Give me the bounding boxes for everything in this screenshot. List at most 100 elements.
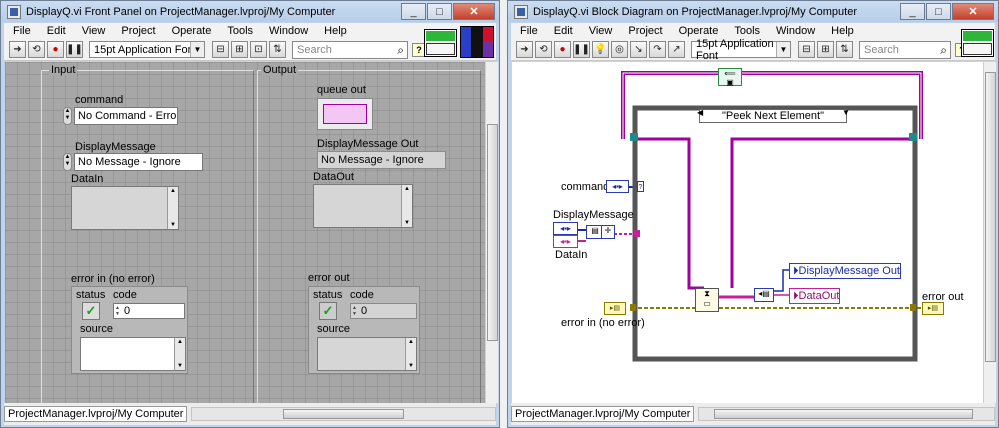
distribute-objects-icon[interactable]: ⊞ bbox=[231, 41, 248, 58]
chevron-down-icon[interactable]: ▼ bbox=[842, 108, 850, 117]
error-in-terminal[interactable]: ▸▤ bbox=[604, 302, 626, 315]
scrollbar[interactable]: ▲ ▼ bbox=[167, 187, 178, 229]
horizontal-scrollbar[interactable] bbox=[698, 407, 995, 421]
case-structure-frame[interactable] bbox=[632, 105, 918, 362]
vertical-scrollbar[interactable] bbox=[485, 62, 498, 403]
code-label: code bbox=[113, 289, 137, 301]
step-into-icon[interactable]: ↘ bbox=[630, 41, 647, 58]
align-objects-icon[interactable]: ⊟ bbox=[798, 41, 815, 58]
front-panel-titlebar[interactable]: DisplayQ.vi Front Panel on ProjectManage… bbox=[1, 1, 499, 22]
close-button[interactable]: ✕ bbox=[453, 3, 495, 20]
menu-help[interactable]: Help bbox=[822, 25, 861, 37]
menu-operate[interactable]: Operate bbox=[163, 25, 219, 37]
data-in-label: DataIn bbox=[71, 173, 104, 185]
source-string[interactable]: ▲ ▼ bbox=[80, 337, 186, 371]
queue-out-refnum[interactable] bbox=[317, 98, 373, 130]
step-over-icon[interactable]: ↷ bbox=[649, 41, 666, 58]
source-label: source bbox=[317, 323, 351, 335]
window-title: DisplayQ.vi Front Panel on ProjectManage… bbox=[26, 5, 336, 18]
horizontal-scrollbar[interactable] bbox=[191, 407, 496, 421]
retain-wire-values-icon[interactable]: ◎ bbox=[611, 41, 628, 58]
menu-window[interactable]: Window bbox=[767, 25, 822, 37]
block-diagram-canvas[interactable]: ⟸ ▣ "Peek Next Element" ◀ ▼ command ◂▪▸ ?… bbox=[512, 62, 983, 403]
menu-edit[interactable]: Edit bbox=[38, 25, 73, 37]
display-message-terminal[interactable]: ◂▪▸ bbox=[553, 222, 578, 235]
tunnel bbox=[909, 133, 917, 141]
close-button[interactable]: ✕ bbox=[952, 3, 994, 20]
data-in-terminal[interactable]: ◂▪▸ bbox=[553, 235, 578, 248]
menu-tools[interactable]: Tools bbox=[725, 25, 767, 37]
data-in-variant[interactable]: ▲ ▼ bbox=[71, 186, 179, 230]
decrement-arrow-icon[interactable]: ◀ bbox=[697, 108, 703, 117]
resize-objects-icon[interactable]: ⊡ bbox=[250, 41, 267, 58]
pause-icon[interactable]: ❚❚ bbox=[573, 41, 590, 58]
scrollbar[interactable]: ▲ ▼ bbox=[405, 338, 416, 370]
data-in-terminal-label: DataIn bbox=[555, 249, 588, 261]
abort-icon[interactable]: ● bbox=[47, 41, 64, 58]
reorder-icon[interactable]: ⇅ bbox=[269, 41, 286, 58]
code-numeric[interactable]: ▲ ▼ 0 bbox=[113, 303, 185, 319]
align-objects-icon[interactable]: ⊟ bbox=[212, 41, 229, 58]
highlight-execution-icon[interactable]: 💡 bbox=[592, 41, 609, 58]
data-out-terminal[interactable]: ⏵DataOut bbox=[789, 288, 841, 304]
run-arrow-icon[interactable]: ➜ bbox=[516, 41, 533, 58]
font-select[interactable]: 15pt Application Font ▼ bbox=[89, 41, 205, 58]
minimize-button[interactable]: _ bbox=[401, 3, 426, 20]
unbundle-node[interactable]: ◂▤ bbox=[754, 288, 774, 302]
code-label: code bbox=[350, 289, 374, 301]
menu-project[interactable]: Project bbox=[112, 25, 162, 37]
distribute-objects-icon[interactable]: ⊞ bbox=[817, 41, 834, 58]
menu-project[interactable]: Project bbox=[619, 25, 669, 37]
menu-window[interactable]: Window bbox=[260, 25, 315, 37]
command-enum[interactable]: No Command - Error bbox=[74, 107, 178, 125]
search-input[interactable]: Search ⌕ bbox=[292, 40, 408, 59]
maximize-button[interactable]: □ bbox=[427, 3, 452, 20]
bundle-node-output[interactable]: ✛ bbox=[601, 225, 615, 239]
menu-edit[interactable]: Edit bbox=[545, 25, 580, 37]
menu-tools[interactable]: Tools bbox=[218, 25, 260, 37]
menu-view[interactable]: View bbox=[73, 25, 113, 37]
vertical-scrollbar[interactable] bbox=[983, 62, 996, 403]
reorder-icon[interactable]: ⇅ bbox=[836, 41, 853, 58]
abort-icon[interactable]: ● bbox=[554, 41, 571, 58]
minimize-button[interactable]: _ bbox=[900, 3, 925, 20]
enqueue-element-node[interactable]: ⟸ ▣ bbox=[718, 68, 742, 87]
menu-file[interactable]: File bbox=[4, 25, 38, 37]
command-terminal[interactable]: ◂▪▸ bbox=[606, 180, 629, 193]
case-selector[interactable]: "Peek Next Element" bbox=[699, 109, 847, 123]
vi-icon[interactable] bbox=[460, 26, 494, 58]
front-panel-window: DisplayQ.vi Front Panel on ProjectManage… bbox=[0, 0, 500, 428]
scrollbar[interactable]: ▲ ▼ bbox=[174, 338, 185, 370]
font-select[interactable]: 15pt Application Font ▼ bbox=[691, 38, 791, 62]
input-section-label: Input bbox=[49, 64, 78, 76]
search-input[interactable]: Search ⌕ bbox=[859, 40, 951, 59]
enum-increment-icon[interactable]: ▲ ▼ bbox=[63, 107, 72, 125]
front-panel-canvas[interactable]: Input Output command ▲ ▼ No Command - Err… bbox=[5, 62, 485, 403]
output-section-label: Output bbox=[261, 64, 299, 76]
connector-pane-icon[interactable] bbox=[424, 29, 457, 57]
menu-operate[interactable]: Operate bbox=[670, 25, 726, 37]
error-out-terminal[interactable]: ▸▤ bbox=[922, 302, 944, 315]
data-out-variant[interactable]: ▲ ▼ bbox=[313, 184, 413, 228]
run-continuously-icon[interactable]: ⟲ bbox=[28, 41, 45, 58]
display-message-out-terminal[interactable]: ⏵DisplayMessage Out bbox=[789, 263, 901, 279]
enum-increment-icon[interactable]: ▲ ▼ bbox=[63, 153, 72, 171]
run-continuously-icon[interactable]: ⟲ bbox=[535, 41, 552, 58]
display-message-terminal-label: DisplayMessage bbox=[553, 209, 634, 221]
pause-icon[interactable]: ❚❚ bbox=[66, 41, 83, 58]
status-bar: ProjectManager.lvproj/My Computer bbox=[4, 403, 496, 425]
chevron-down-icon: ▼ bbox=[776, 42, 790, 57]
block-diagram-titlebar[interactable]: DisplayQ.vi Block Diagram on ProjectMana… bbox=[508, 1, 998, 22]
step-out-icon[interactable]: ↗ bbox=[668, 41, 685, 58]
menu-view[interactable]: View bbox=[580, 25, 620, 37]
display-message-enum[interactable]: No Message - Ignore bbox=[74, 153, 203, 171]
preview-queue-element-node[interactable]: ⧗ ▭ bbox=[695, 288, 719, 312]
scrollbar[interactable]: ▲ ▼ bbox=[401, 185, 412, 227]
numeric-increment-icon[interactable]: ▲ ▼ bbox=[115, 305, 122, 317]
status-checkmark-icon[interactable]: ✓ bbox=[82, 302, 100, 320]
menu-file[interactable]: File bbox=[511, 25, 545, 37]
menu-help[interactable]: Help bbox=[315, 25, 354, 37]
run-arrow-icon[interactable]: ➜ bbox=[9, 41, 26, 58]
connector-pane-icon[interactable] bbox=[961, 29, 994, 57]
maximize-button[interactable]: □ bbox=[926, 3, 951, 20]
